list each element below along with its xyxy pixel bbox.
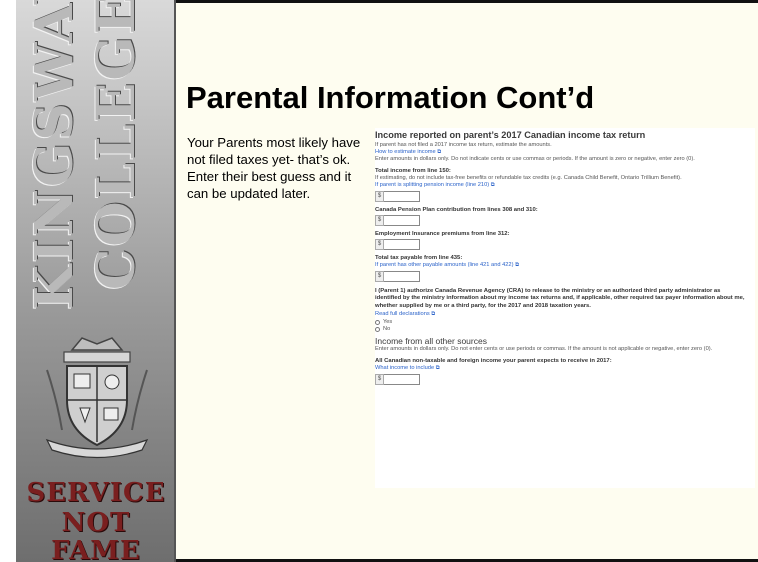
other-income-input[interactable]: $ xyxy=(375,374,755,386)
field-help-total-income: If estimating, do not include tax-free b… xyxy=(375,175,682,181)
ei-input[interactable]: $ xyxy=(375,239,755,250)
currency-prefix: $ xyxy=(375,239,384,250)
radio-circle-icon[interactable] xyxy=(375,326,380,332)
other-income-heading: Income from all other sources xyxy=(375,336,487,347)
sidebar-word-kingsway: KINGSWAY xyxy=(24,0,85,310)
tax-payable-input[interactable]: $ xyxy=(375,271,755,282)
read-declarations-link[interactable]: Read full declarations ⧉ xyxy=(375,311,755,318)
sidebar-word-college: COLLEGE xyxy=(86,0,147,290)
other-payable-link[interactable]: If parent has other payable amounts (lin… xyxy=(375,262,755,269)
currency-prefix: $ xyxy=(375,191,384,202)
radio-yes[interactable]: Yes xyxy=(375,319,755,325)
field-label-ei: Employment Insurance premiums from line … xyxy=(375,231,510,237)
motto-line-3: FAME xyxy=(51,536,141,562)
currency-prefix: $ xyxy=(375,271,384,282)
input-box[interactable] xyxy=(384,239,420,250)
field-label-total-income: Total income from line 150: xyxy=(375,168,451,174)
currency-prefix: $ xyxy=(375,374,384,386)
input-box[interactable] xyxy=(384,374,420,386)
what-income-link[interactable]: What income to include ⧉ xyxy=(375,365,755,372)
currency-prefix: $ xyxy=(375,215,384,226)
field-label-other-income: All Canadian non-taxable and foreign inc… xyxy=(375,358,612,365)
form-intro-2: Enter amounts in dollars only. Do not in… xyxy=(375,156,695,162)
tax-form-screenshot: Income reported on parent’s 2017 Canadia… xyxy=(375,128,755,488)
input-box[interactable] xyxy=(384,215,420,226)
motto-line-2: NOT xyxy=(61,508,131,538)
form-intro-1: If parent has not filed a 2017 income ta… xyxy=(375,142,552,148)
college-sidebar: KINGSWAY COLLEGE SERVICE NOT FAME xyxy=(16,0,176,562)
college-crest-icon xyxy=(45,337,149,459)
cpp-input[interactable]: $ xyxy=(375,215,755,226)
pension-splitting-link[interactable]: If parent is splitting pension income (l… xyxy=(375,182,755,189)
field-label-tax-payable: Total tax payable from line 435: xyxy=(375,255,463,261)
radio-circle-icon[interactable] xyxy=(375,319,380,325)
input-box[interactable] xyxy=(384,191,420,202)
motto-line-1: SERVICE xyxy=(26,478,166,508)
radio-no[interactable]: No xyxy=(375,326,755,332)
slide-title: Parental Information Cont’d xyxy=(186,80,595,115)
speaker-notes-text: Your Parents most likely have not filed … xyxy=(187,135,361,201)
cra-authorization-text: I (Parent 1) authorize Canada Revenue Ag… xyxy=(375,288,745,309)
field-label-cpp: Canada Pension Plan contribution from li… xyxy=(375,207,538,213)
total-income-input[interactable]: $ xyxy=(375,191,755,202)
other-income-intro: Enter amounts in dollars only. Do not en… xyxy=(375,346,713,353)
input-box[interactable] xyxy=(384,271,420,282)
estimate-income-link[interactable]: How to estimate income ⧉ xyxy=(375,149,755,156)
form-heading: Income reported on parent’s 2017 Canadia… xyxy=(375,130,646,140)
